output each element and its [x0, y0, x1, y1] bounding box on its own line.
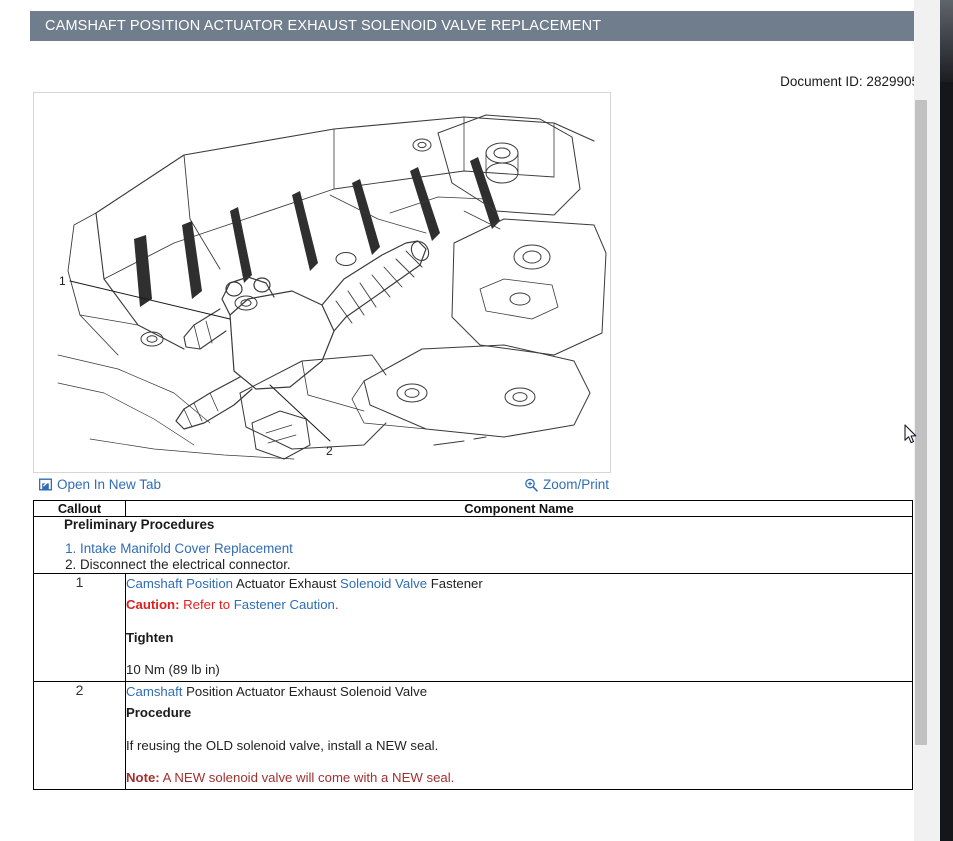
document-id-label: Document ID: 2829905 [780, 74, 919, 89]
table-row: 2 Camshaft Position Actuator Exhaust Sol… [33, 681, 913, 791]
procedure-label: Procedure [126, 705, 192, 721]
page-title: CAMSHAFT POSITION ACTUATOR EXHAUST SOLEN… [45, 18, 602, 34]
list-item[interactable]: Intake Manifold Cover Replacement [80, 541, 912, 556]
figure-callout-2-number: 2 [326, 444, 333, 458]
table-row: 1 Camshaft Position Actuator Exhaust Sol… [33, 572, 913, 683]
figure-actions-bar: Open In New Tab Zoom/Print [33, 476, 611, 498]
caution-line: Caution: Refer to Fastener Caution. [126, 595, 912, 614]
document-content-area: CAMSHAFT POSITION ACTUATOR EXHAUST SOLEN… [0, 0, 925, 841]
component-name-line: Camshaft Position Actuator Exhaust Solen… [126, 682, 912, 701]
preliminary-procedures-title: Preliminary Procedures [64, 517, 215, 532]
caution-label: Caution: [126, 597, 180, 613]
figure-panel: 1 2 [33, 92, 611, 473]
magnifier-plus-icon [524, 478, 538, 492]
torque-value: 10 Nm (89 lb in) [126, 661, 220, 677]
component-name-part-plain: Position Actuator Exhaust Solenoid Valve [182, 684, 428, 700]
open-in-new-window-icon [38, 478, 53, 491]
page-scrollbar-thumb[interactable] [915, 100, 927, 745]
note-label: Note: [126, 769, 160, 785]
table-header-row: Callout Component Name [33, 500, 913, 517]
note-text: A NEW solenoid valve will come with a NE… [159, 769, 455, 785]
component-table: Callout Component Name Preliminary Proce… [33, 500, 913, 791]
zoom-print-label: Zoom/Print [542, 477, 609, 492]
component-name-line: Camshaft Position Actuator Exhaust Solen… [126, 574, 912, 593]
column-header-component-name: Component Name [125, 500, 913, 517]
component-name-part-link-2[interactable]: Solenoid Valve [340, 576, 427, 591]
fastener-caution-link[interactable]: Fastener Caution [234, 597, 335, 612]
callout-number-cell: 1 [33, 572, 126, 683]
column-header-callout: Callout [33, 500, 126, 517]
component-description-cell: Camshaft Position Actuator Exhaust Solen… [125, 572, 913, 683]
note-line: Note: A NEW solenoid valve will come wit… [126, 768, 912, 787]
caution-text-after: . [334, 597, 339, 613]
open-in-new-tab-link[interactable]: Open In New Tab [38, 477, 162, 492]
list-item: Disconnect the electrical connector. [80, 557, 912, 572]
component-name-part-link[interactable]: Camshaft Position [126, 576, 233, 591]
disconnect-electrical-connector-text: Disconnect the electrical connector. [80, 557, 291, 572]
open-in-new-tab-label: Open In New Tab [57, 477, 162, 492]
zoom-print-link[interactable]: Zoom/Print [524, 477, 609, 492]
tighten-label: Tighten [126, 629, 174, 645]
caution-text-before: Refer to [179, 597, 234, 613]
component-name-part-plain-2: Fastener [427, 576, 483, 591]
window-right-dark-edge [940, 0, 953, 841]
intake-manifold-cover-replacement-link[interactable]: Intake Manifold Cover Replacement [80, 541, 293, 556]
component-name-part-link[interactable]: Camshaft [126, 684, 182, 699]
preliminary-procedures-cell: Preliminary Procedures Intake Manifold C… [33, 516, 913, 574]
component-name-part-plain: Actuator Exhaust [233, 576, 341, 591]
page-title-bar: CAMSHAFT POSITION ACTUATOR EXHAUST SOLEN… [30, 11, 916, 41]
preliminary-procedures-list: Intake Manifold Cover Replacement Discon… [34, 541, 912, 572]
callout-number-cell: 2 [33, 681, 126, 791]
component-description-cell: Camshaft Position Actuator Exhaust Solen… [125, 681, 913, 791]
table-row-preliminary-procedures: Preliminary Procedures Intake Manifold C… [33, 516, 913, 574]
engine-line-art-illustration: 1 2 [34, 93, 610, 472]
figure-callout-1-number: 1 [59, 274, 66, 288]
outer-scroll-gap [928, 0, 940, 841]
procedure-text: If reusing the OLD solenoid valve, insta… [126, 737, 439, 753]
page-vertical-scrollbar[interactable] [914, 0, 928, 841]
